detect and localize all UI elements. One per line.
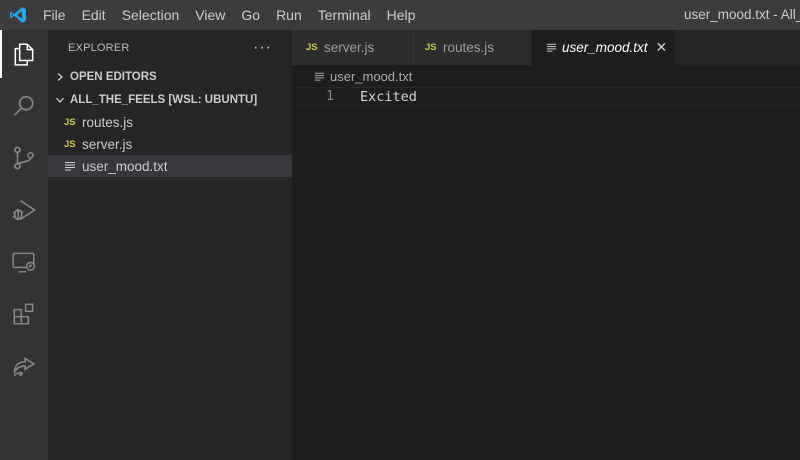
sidebar-title: EXPLORER <box>68 41 130 54</box>
menu-help[interactable]: Help <box>379 0 424 30</box>
source-control-icon[interactable] <box>0 134 48 182</box>
javascript-file-icon: JS <box>306 42 318 53</box>
file-item-routes[interactable]: JS routes.js <box>48 111 292 133</box>
more-actions-icon[interactable]: ··· <box>253 39 272 57</box>
javascript-file-icon: JS <box>64 116 76 128</box>
menu-terminal[interactable]: Terminal <box>310 0 379 30</box>
tab-user-mood-txt[interactable]: user_mood.txt ✕ <box>532 30 677 65</box>
javascript-file-icon: JS <box>64 138 76 150</box>
menu-file[interactable]: File <box>35 0 74 30</box>
tab-label: server.js <box>324 40 375 55</box>
explorer-sidebar: EXPLORER ··· OPEN EDITORS ALL_THE_FEELS … <box>48 30 292 460</box>
javascript-file-icon: JS <box>425 42 437 53</box>
tab-label: routes.js <box>443 40 495 55</box>
open-editors-label: OPEN EDITORS <box>70 71 157 83</box>
file-item-user-mood[interactable]: user_mood.txt <box>48 155 292 177</box>
workspace-section[interactable]: ALL_THE_FEELS [WSL: UBUNTU] <box>48 89 292 111</box>
title-bar: File Edit Selection View Go Run Terminal… <box>0 0 800 30</box>
tab-routes-js[interactable]: JS routes.js <box>411 30 532 65</box>
breadcrumb: user_mood.txt <box>292 65 800 87</box>
file-name: routes.js <box>82 114 134 130</box>
tab-label: user_mood.txt <box>562 40 648 55</box>
editor-area[interactable]: user_mood.txt 1 Excited <box>292 65 800 460</box>
run-debug-icon[interactable] <box>0 186 48 234</box>
extensions-icon[interactable] <box>0 290 48 338</box>
menu-run[interactable]: Run <box>268 0 310 30</box>
menu-edit[interactable]: Edit <box>74 0 114 30</box>
text-file-icon <box>314 71 330 82</box>
text-file-icon <box>64 160 82 172</box>
menu-go[interactable]: Go <box>233 0 268 30</box>
search-icon[interactable] <box>0 82 48 130</box>
line-number: 1 <box>326 89 334 104</box>
live-share-icon[interactable] <box>0 342 48 390</box>
line-content[interactable]: Excited <box>360 89 417 105</box>
explorer-icon[interactable] <box>0 30 48 78</box>
text-file-icon <box>546 42 562 53</box>
open-editors-section[interactable]: OPEN EDITORS <box>48 66 292 88</box>
editor-tab-bar: JS server.js JS routes.js user_mood.txt … <box>292 30 800 65</box>
vscode-logo-icon <box>2 0 34 30</box>
file-name: user_mood.txt <box>82 158 168 174</box>
code-line[interactable]: 1 Excited <box>292 87 800 106</box>
close-icon[interactable]: ✕ <box>656 39 668 56</box>
workspace-label: ALL_THE_FEELS [WSL: UBUNTU] <box>70 94 258 106</box>
chevron-right-icon <box>52 72 68 82</box>
file-item-server[interactable]: JS server.js <box>48 133 292 155</box>
sidebar-header: EXPLORER ··· <box>48 30 292 65</box>
chevron-down-icon <box>52 95 68 105</box>
breadcrumb-item[interactable]: user_mood.txt <box>330 69 412 84</box>
tab-server-js[interactable]: JS server.js <box>292 30 411 65</box>
menu-view[interactable]: View <box>187 0 233 30</box>
menu-bar: File Edit Selection View Go Run Terminal… <box>35 0 423 30</box>
menu-selection[interactable]: Selection <box>114 0 188 30</box>
window-title: user_mood.txt - All_Th <box>684 7 800 22</box>
file-name: server.js <box>82 136 133 152</box>
activity-bar <box>0 30 48 460</box>
remote-explorer-icon[interactable] <box>0 238 48 286</box>
